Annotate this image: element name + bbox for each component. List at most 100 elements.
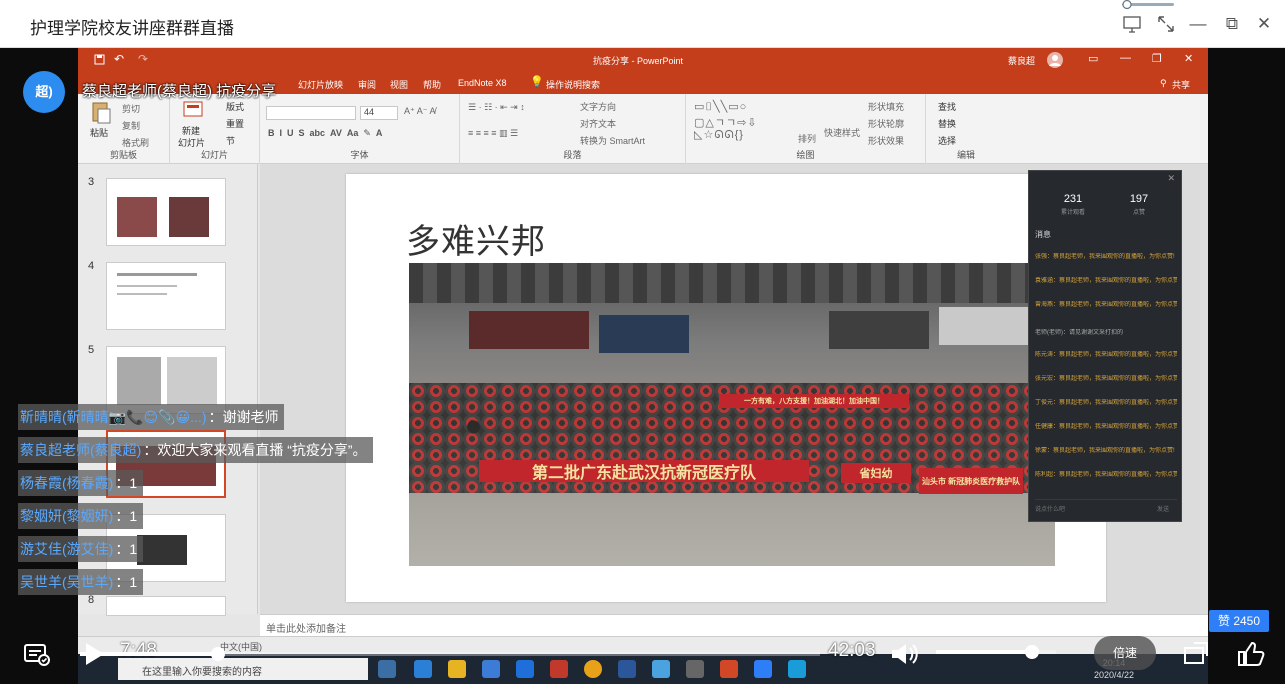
- paste-icon: [92, 102, 111, 124]
- ribbon-display-icon: ▭: [1088, 53, 1099, 65]
- photo-storefront: [469, 311, 589, 349]
- chat-sender: 黎姻妍(黎姻妍): [18, 503, 114, 529]
- photo-banner: 第二批广东赴武汉抗新冠医疗队: [479, 460, 809, 482]
- replace-label: 替换: [938, 119, 957, 129]
- thumbnail-photo: [117, 357, 161, 405]
- ppt-restore-icon: ❐: [1152, 53, 1162, 65]
- chat-message: 黎姻妍(黎姻妍) ：1: [18, 503, 144, 529]
- slide-number: 3: [88, 176, 95, 188]
- chat-text: ：1: [113, 503, 144, 529]
- thumbnail-photo: [117, 197, 157, 237]
- ribbon-group-slides: 新建 幻灯片 版式 重置 节 幻灯片: [170, 94, 260, 164]
- chat-sender: 蔡良超老师(蔡良超): [18, 437, 142, 463]
- panel-send: 发送: [1156, 507, 1169, 513]
- thumbs-up-icon[interactable]: [1234, 638, 1266, 670]
- thumbnail-photo: [169, 197, 209, 237]
- ppt-ribbon: 粘贴 剪切 复制 格式刷 剪贴板 新建 幻灯片 版式 重置 节 幻灯片 44 A…: [78, 94, 1208, 164]
- progress-bar[interactable]: [80, 647, 820, 661]
- font-group-label: 字体: [350, 150, 369, 160]
- live-stats-panel: ✕ 231 累计观看 197 点赞 消息 张强：蔡良超老师，我来围观你的直播啦，…: [1028, 170, 1182, 522]
- volume-slider-icon[interactable]: [1118, 0, 1178, 10]
- picture-in-picture-icon[interactable]: [1122, 14, 1142, 34]
- stat-likes-label: 点赞: [1132, 210, 1145, 216]
- close-button[interactable]: ✕: [1250, 10, 1278, 38]
- chat-sender: 游艾佳(游艾佳): [18, 536, 114, 562]
- tab-view: 视图: [390, 80, 409, 90]
- shape-effects-label: 形状效果: [868, 136, 905, 146]
- font-grow-icon: A⁺ A⁻ A̸: [404, 106, 436, 116]
- popout-icon[interactable]: [1180, 638, 1212, 670]
- ppt-title-bar: ↶ ↷ 抗疫分享 - PowerPoint 蔡良超 ▭ — ❐ ✕: [78, 48, 1208, 72]
- thumbnail-text-line: [117, 293, 167, 295]
- panel-message: 任健康：蔡良超老师，我来围观你的直播啦，为你点赞!: [1035, 424, 1177, 430]
- smartart-label: 转换为 SmartArt: [580, 136, 646, 146]
- stat-likes-value: 197: [1129, 193, 1149, 205]
- chat-message: 吴世羊(吴世羊) ：1: [18, 569, 144, 595]
- chat-text: ：1: [113, 536, 144, 562]
- chat-message: 游艾佳(游艾佳) ：1: [18, 536, 144, 562]
- shapes-gallery-icon: ▭⌷╲╲▭○: [694, 101, 748, 113]
- expand-icon[interactable]: [1156, 14, 1176, 34]
- progress-fill: [80, 652, 218, 656]
- live-player-window: 护理学院校友讲座群群直播 — ⧉ ✕ ↶ ↷ 抗疫分享 - PowerPoint…: [0, 0, 1285, 684]
- panel-message: 曾海燕：蔡良超老师，我来围观你的直播啦，为你点赞!: [1035, 302, 1177, 308]
- thumbnail-text-line: [117, 285, 177, 287]
- align-text-label: 对齐文本: [580, 119, 617, 129]
- panel-message: 陈利超：蔡良超老师，我来围观你的直播啦，为你点赞!: [1035, 472, 1177, 478]
- duration: 42:03: [828, 640, 876, 661]
- photo-storefront: [939, 307, 1039, 345]
- paragraph-group-label: 段落: [563, 150, 582, 160]
- video-area[interactable]: ↶ ↷ 抗疫分享 - PowerPoint 蔡良超 ▭ — ❐ ✕ 幻灯片放映 …: [0, 48, 1285, 684]
- screen-share-stream: ↶ ↷ 抗疫分享 - PowerPoint 蔡良超 ▭ — ❐ ✕ 幻灯片放映 …: [78, 48, 1208, 684]
- progress-knob[interactable]: [210, 647, 225, 661]
- stream-title: 蔡良超老师(蔡良超) 抗疫分享: [82, 83, 277, 100]
- ribbon-group-paragraph: ☰ · ☷ · ⇤ ⇥ ↕ 文字方向 对齐文本 转换为 SmartArt ≡ ≡…: [460, 94, 686, 164]
- streamer-avatar[interactable]: 超): [23, 71, 65, 113]
- photo-storefront: [599, 315, 689, 353]
- slide-thumbnail: [106, 596, 226, 616]
- stat-views-label: 累计观看: [1060, 210, 1085, 216]
- text-direction-label: 文字方向: [580, 102, 617, 112]
- volume-slider[interactable]: [936, 645, 1056, 659]
- danmaku-toggle-icon[interactable]: [20, 638, 52, 670]
- playback-speed-button[interactable]: 倍速: [1094, 636, 1156, 670]
- volume-knob[interactable]: [1025, 645, 1039, 659]
- layout-label: 版式: [226, 102, 245, 112]
- shape-outline-label: 形状轮廓: [868, 119, 905, 129]
- shape-fill-label: 形状填充: [868, 102, 905, 112]
- slide-number: 4: [88, 260, 95, 272]
- photo-storefront: [829, 311, 929, 349]
- lightbulb-icon: 💡: [530, 76, 544, 88]
- tab-tell-me: 操作说明搜索: [546, 80, 601, 90]
- user-avatar-icon: [1047, 52, 1063, 68]
- photo-banner: 省妇幼: [841, 463, 911, 483]
- ppt-minimize-icon: —: [1120, 52, 1131, 64]
- list-icons: ☰ · ☷ · ⇤ ⇥ ↕: [468, 102, 525, 112]
- panel-close-icon: ✕: [1167, 173, 1175, 183]
- restore-button[interactable]: ⧉: [1218, 10, 1246, 38]
- paste-label: 粘贴: [90, 128, 109, 138]
- font-style-icons: B I U S abc AV Aa ✎ A: [268, 128, 383, 138]
- group-photo: 一方有难，八方支援！加油湖北！加油中国！ 第二批广东赴武汉抗新冠医疗队 省妇幼 …: [409, 263, 1055, 566]
- chat-text: ：1: [113, 569, 144, 595]
- drawing-group-label: 绘图: [796, 150, 815, 160]
- minimize-button[interactable]: —: [1184, 10, 1212, 38]
- current-time: 7:48: [120, 640, 157, 661]
- panel-input-placeholder: 说点什么吧: [1035, 507, 1066, 513]
- photo-banner: 一方有难，八方支援！加油湖北！加油中国！: [719, 394, 909, 408]
- volume-icon[interactable]: [888, 638, 920, 670]
- undo-icon: ↶: [114, 52, 125, 66]
- chat-message: 杨春霞(杨春霞) ：1: [18, 470, 144, 496]
- chat-sender: 杨春霞(杨春霞): [18, 470, 114, 496]
- ribbon-group-editing: 查找 替换 选择 编辑: [926, 94, 1006, 164]
- panel-message: 袁雅涵：蔡良超老师，我来围观你的直播啦，为你点赞!: [1035, 278, 1177, 284]
- editing-group-label: 编辑: [956, 150, 975, 160]
- ppt-window-title: 抗疫分享 - PowerPoint: [593, 56, 684, 66]
- chat-message: 蔡良超老师(蔡良超) ：欢迎大家来观看直播 “抗疫分享”。: [18, 437, 373, 463]
- panel-message: 丁俊元：蔡良超老师，我来围观你的直播啦，为你点赞!: [1035, 400, 1177, 406]
- ppt-close-icon: ✕: [1184, 53, 1194, 65]
- save-icon: [94, 54, 105, 65]
- chat-message: 靳晴晴(靳晴晴📷📞😊📎😀...) ：谢谢老师: [18, 404, 285, 430]
- stat-likes: 197 点赞: [1109, 193, 1169, 216]
- thumbnail-photo: [137, 535, 187, 565]
